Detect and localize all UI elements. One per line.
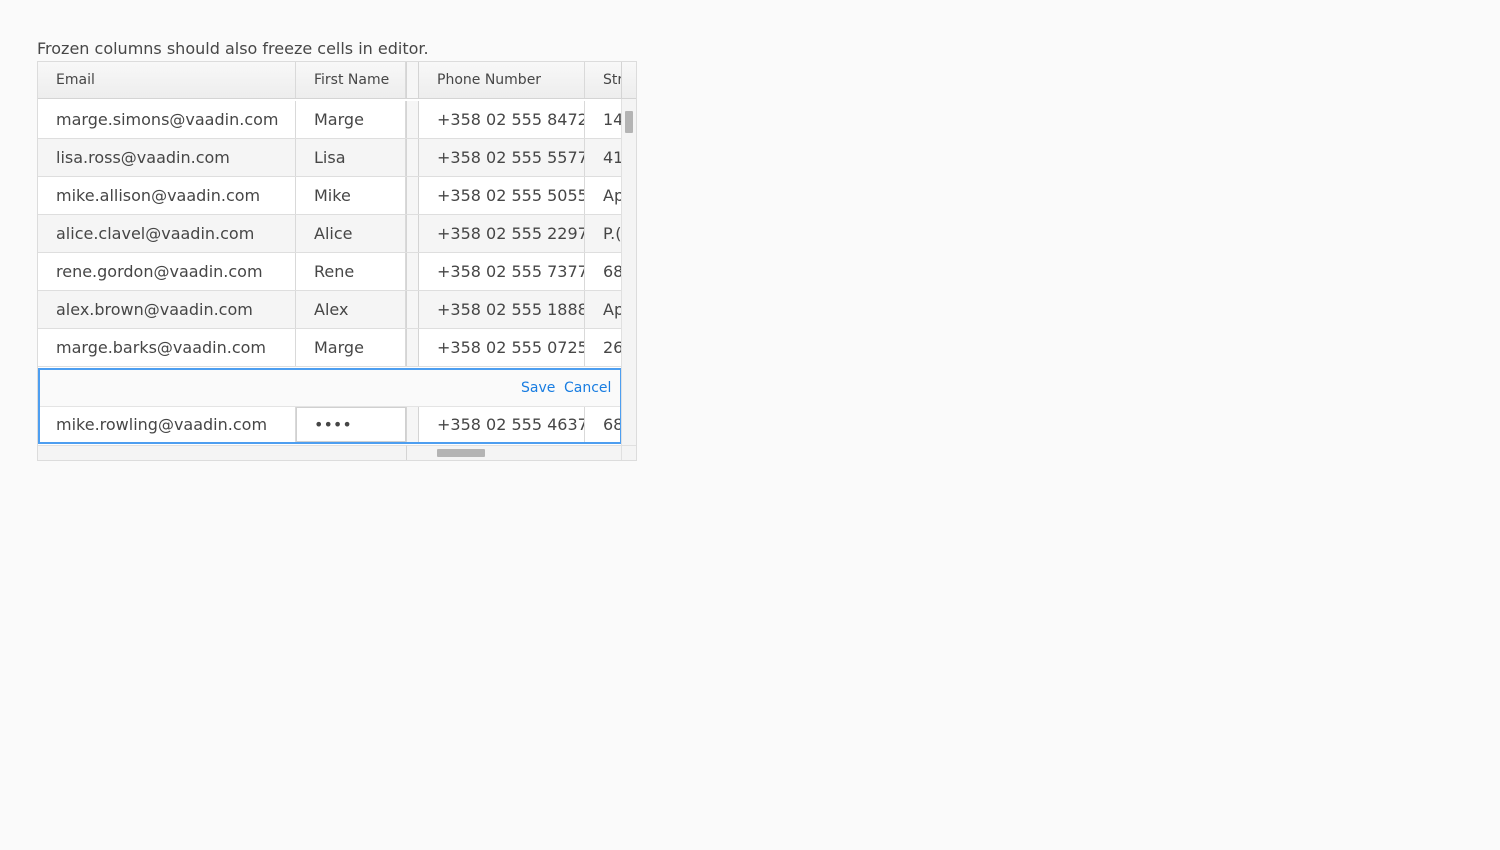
cell-email[interactable]: alice.clavel@vaadin.com xyxy=(38,215,296,252)
cell-street[interactable]: Ap xyxy=(585,291,621,328)
row-editor[interactable]: Save Cancel mike.rowling@vaadin.com ••••… xyxy=(38,368,622,444)
cell-phone[interactable]: +358 02 555 7377 xyxy=(419,253,585,290)
cell-street[interactable]: P.( xyxy=(585,215,621,252)
frozen-column-separator xyxy=(406,407,419,442)
cell-phone[interactable]: +358 02 555 8472 xyxy=(419,101,585,138)
table-row[interactable]: mike.allison@vaadin.com Mike +358 02 555… xyxy=(38,177,621,215)
horizontal-scrollbar[interactable] xyxy=(406,445,621,460)
header-first-name[interactable]: First Name xyxy=(296,62,406,98)
cancel-button[interactable]: Cancel xyxy=(564,370,611,406)
frozen-column-separator xyxy=(406,215,419,252)
editor-button-bar: Save Cancel xyxy=(40,370,620,407)
frozen-column-separator xyxy=(406,291,419,328)
header-street[interactable]: Str xyxy=(585,62,625,98)
cell-street[interactable]: Ap xyxy=(585,177,621,214)
cell-street[interactable]: 68 xyxy=(585,253,621,290)
frozen-column-separator xyxy=(406,139,419,176)
cell-phone[interactable]: +358 02 555 2297 xyxy=(419,215,585,252)
horizontal-scroll-thumb[interactable] xyxy=(437,449,485,457)
frozen-column-separator xyxy=(406,177,419,214)
frozen-column-separator xyxy=(406,329,419,366)
table-row[interactable]: rene.gordon@vaadin.com Rene +358 02 555 … xyxy=(38,253,621,291)
cell-phone[interactable]: +358 02 555 0725 xyxy=(419,329,585,366)
cell-street[interactable]: 41 xyxy=(585,139,621,176)
cell-email[interactable]: lisa.ross@vaadin.com xyxy=(38,139,296,176)
editor-email-field[interactable]: mike.rowling@vaadin.com xyxy=(40,407,296,442)
scrollbar-corner xyxy=(621,445,636,460)
editor-first-name-field[interactable]: •••• xyxy=(296,407,406,442)
table-row[interactable]: alice.clavel@vaadin.com Alice +358 02 55… xyxy=(38,215,621,253)
cell-first-name[interactable]: Alex xyxy=(296,291,406,328)
vertical-scroll-thumb[interactable] xyxy=(625,111,633,133)
cell-first-name[interactable]: Marge xyxy=(296,101,406,138)
page-caption: Frozen columns should also freeze cells … xyxy=(37,39,429,58)
header-email[interactable]: Email xyxy=(38,62,296,98)
frozen-column-separator xyxy=(406,101,419,138)
editor-phone-field[interactable]: +358 02 555 4637 xyxy=(419,407,585,442)
editor-row: mike.rowling@vaadin.com •••• +358 02 555… xyxy=(40,407,620,442)
cell-street[interactable]: 26 xyxy=(585,329,621,366)
cell-email[interactable]: marge.barks@vaadin.com xyxy=(38,329,296,366)
frozen-column-separator xyxy=(406,253,419,290)
cell-phone[interactable]: +358 02 555 5055 xyxy=(419,177,585,214)
editor-street-field[interactable]: 68 xyxy=(585,407,620,442)
cell-first-name[interactable]: Marge xyxy=(296,329,406,366)
frozen-column-separator xyxy=(406,62,419,98)
cell-phone[interactable]: +358 02 555 5577 xyxy=(419,139,585,176)
cell-email[interactable]: rene.gordon@vaadin.com xyxy=(38,253,296,290)
cell-first-name[interactable]: Alice xyxy=(296,215,406,252)
cell-first-name[interactable]: Lisa xyxy=(296,139,406,176)
cell-first-name[interactable]: Mike xyxy=(296,177,406,214)
cell-phone[interactable]: +358 02 555 1888 xyxy=(419,291,585,328)
grid-header: Email First Name Phone Number Str xyxy=(38,62,623,99)
table-row[interactable]: alex.brown@vaadin.com Alex +358 02 555 1… xyxy=(38,291,621,329)
header-corner xyxy=(621,62,636,99)
cell-email[interactable]: alex.brown@vaadin.com xyxy=(38,291,296,328)
vertical-scrollbar[interactable] xyxy=(621,99,636,445)
table-row[interactable]: lisa.ross@vaadin.com Lisa +358 02 555 55… xyxy=(38,139,621,177)
cell-email[interactable]: marge.simons@vaadin.com xyxy=(38,101,296,138)
header-phone-number[interactable]: Phone Number xyxy=(419,62,585,98)
frozen-scroll-area xyxy=(38,445,406,460)
cell-first-name[interactable]: Rene xyxy=(296,253,406,290)
save-button[interactable]: Save xyxy=(521,370,555,406)
table-row[interactable]: marge.barks@vaadin.com Marge +358 02 555… xyxy=(38,329,621,367)
data-grid[interactable]: Email First Name Phone Number Str marge.… xyxy=(37,61,637,461)
table-row[interactable]: marge.simons@vaadin.com Marge +358 02 55… xyxy=(38,101,621,139)
cell-email[interactable]: mike.allison@vaadin.com xyxy=(38,177,296,214)
cell-street[interactable]: 14 xyxy=(585,101,621,138)
